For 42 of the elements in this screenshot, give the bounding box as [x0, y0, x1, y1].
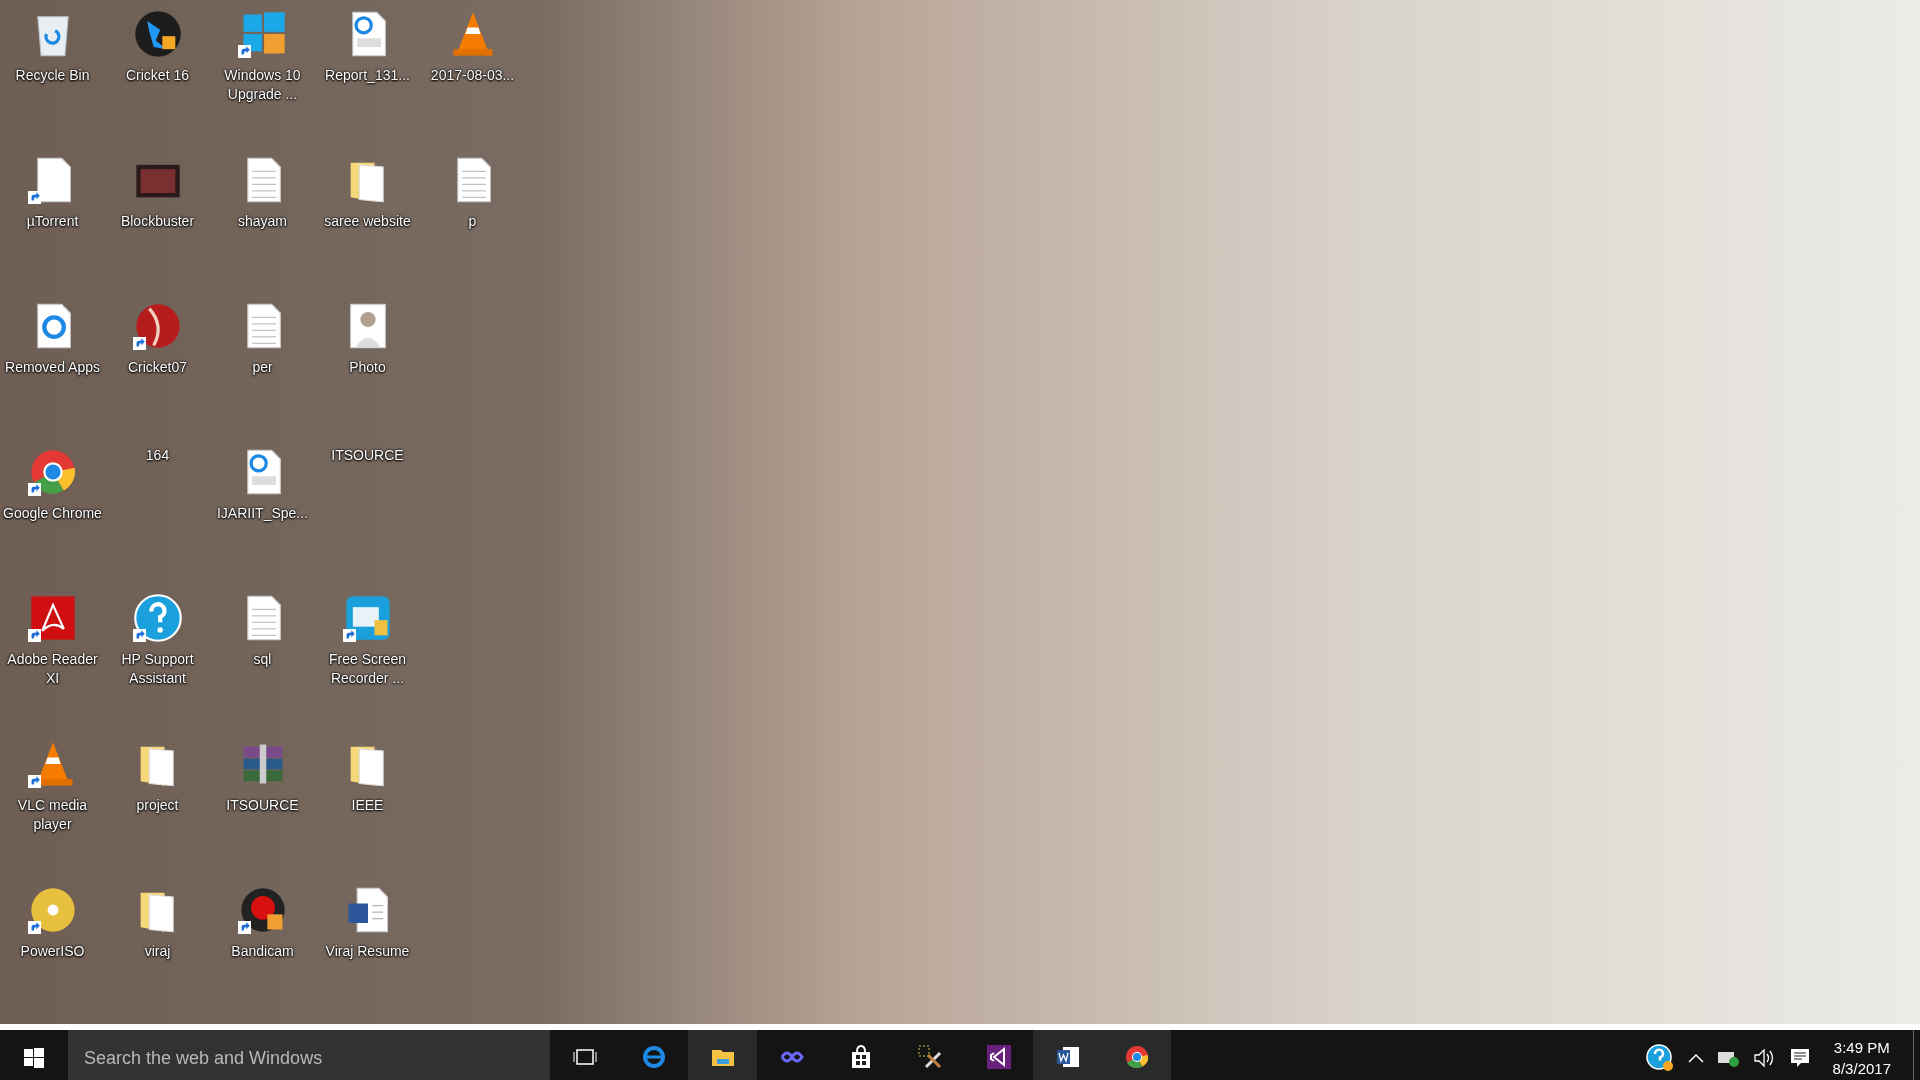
icon-label: Viraj Resume: [324, 942, 411, 961]
icon-label: saree website: [323, 212, 412, 231]
icon-label: viraj: [143, 942, 172, 961]
tools-icon: [915, 1042, 944, 1071]
time-text: 3:49 PM: [1833, 1038, 1890, 1058]
icon-label: Cricket07: [126, 358, 189, 377]
clock[interactable]: 3:49 PM 8/3/2017: [1822, 1037, 1901, 1079]
icon-label: sql: [252, 650, 273, 669]
icon-label: IEEE: [350, 796, 385, 815]
icon-label: shayam: [237, 212, 288, 231]
icon-label: p: [467, 212, 478, 231]
icon-label: Bandicam: [230, 942, 295, 961]
icon-label: ITSOURCE: [330, 446, 405, 465]
chevron-up-icon[interactable]: [1686, 1052, 1705, 1064]
taskbar-button[interactable]: [1102, 1030, 1171, 1080]
taskbar-button[interactable]: [1033, 1030, 1102, 1080]
icon-label: ITSOURCE: [225, 796, 300, 815]
icon-label: Blockbuster: [119, 212, 196, 231]
icon-label: VLC media player: [16, 796, 89, 834]
help-icon[interactable]: [1644, 1043, 1675, 1073]
icon-label: 2017-08-03...: [429, 66, 516, 85]
icon-label: PowerISO: [19, 942, 86, 961]
icon-label: Windows 10 Upgrade ...: [223, 66, 302, 104]
icon-label: project: [135, 796, 180, 815]
icon-label: Free Screen Recorder ...: [327, 650, 407, 688]
icon-label: Cricket 16: [125, 66, 190, 85]
icon-label: IJARIIT_Spe...: [215, 504, 309, 523]
icon-label: Google Chrome: [2, 504, 103, 523]
icon-label: per: [251, 358, 274, 377]
notifications-icon[interactable]: [1788, 1047, 1811, 1069]
icon-label: Removed Apps: [4, 358, 101, 377]
icon-label: Recycle Bin: [14, 66, 91, 85]
icon-label: Report_131...: [324, 66, 411, 85]
icon-label: 164: [144, 446, 171, 465]
icon-label: Adobe Reader XI: [6, 650, 99, 688]
taskbar-button[interactable]: [688, 1030, 757, 1080]
icon-label: HP Support Assistant: [120, 650, 195, 688]
icon-label: µTorrent: [25, 212, 80, 231]
icon-label: Photo: [348, 358, 387, 377]
windows-logo-icon: [24, 1048, 44, 1068]
date-text: 8/3/2017: [1832, 1059, 1891, 1079]
search-field[interactable]: Search the web and Windows: [68, 1030, 550, 1080]
